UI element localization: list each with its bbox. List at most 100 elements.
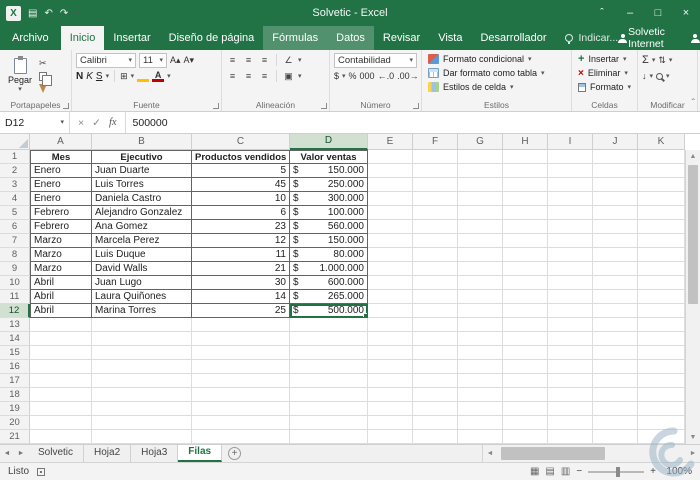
cell-D17[interactable] bbox=[290, 374, 368, 388]
sheet-tab-solvetic[interactable]: Solvetic bbox=[28, 445, 85, 462]
cell-H20[interactable] bbox=[503, 416, 548, 430]
cell-I4[interactable] bbox=[548, 192, 593, 206]
redo-icon[interactable]: ↷ bbox=[60, 8, 68, 19]
cell-J1[interactable] bbox=[593, 150, 638, 164]
cell-F16[interactable] bbox=[413, 360, 458, 374]
font-name-select[interactable]: Calibri ▾ bbox=[76, 52, 136, 68]
row-header-6[interactable]: 6 bbox=[0, 220, 30, 234]
cell-F19[interactable] bbox=[413, 402, 458, 416]
row-header-21[interactable]: 21 bbox=[0, 430, 30, 444]
column-header-A[interactable]: A bbox=[30, 134, 92, 150]
cell-E21[interactable] bbox=[368, 430, 413, 444]
cell-G1[interactable] bbox=[458, 150, 503, 164]
cell-E3[interactable] bbox=[368, 178, 413, 192]
cell-H7[interactable] bbox=[503, 234, 548, 248]
cell-F20[interactable] bbox=[413, 416, 458, 430]
cell-C21[interactable] bbox=[192, 430, 290, 444]
tab-datos[interactable]: Datos bbox=[327, 26, 374, 50]
cell-I11[interactable] bbox=[548, 290, 593, 304]
decrease-font-icon[interactable]: A▾ bbox=[184, 55, 195, 66]
formula-input[interactable]: 500000 bbox=[126, 112, 700, 133]
cell-K14[interactable] bbox=[638, 332, 685, 346]
cell-G19[interactable] bbox=[458, 402, 503, 416]
cell-H16[interactable] bbox=[503, 360, 548, 374]
cell-C11[interactable]: 14 bbox=[192, 290, 290, 304]
cell-K1[interactable] bbox=[638, 150, 685, 164]
cell-D5[interactable]: $100.000 bbox=[290, 206, 368, 220]
cell-F12[interactable] bbox=[413, 304, 458, 318]
cell-B15[interactable] bbox=[92, 346, 192, 360]
cell-E7[interactable] bbox=[368, 234, 413, 248]
cell-I18[interactable] bbox=[548, 388, 593, 402]
cell-C13[interactable] bbox=[192, 318, 290, 332]
macro-record-icon[interactable] bbox=[37, 467, 46, 476]
alignment-dialog-launcher[interactable] bbox=[321, 103, 327, 109]
cell-K11[interactable] bbox=[638, 290, 685, 304]
find-select-icon[interactable] bbox=[656, 72, 664, 80]
cell-A7[interactable]: Marzo bbox=[30, 234, 92, 248]
cell-B3[interactable]: Luis Torres bbox=[92, 178, 192, 192]
cell-H15[interactable] bbox=[503, 346, 548, 360]
cell-B5[interactable]: Alejandro Gonzalez bbox=[92, 206, 192, 220]
cell-J16[interactable] bbox=[593, 360, 638, 374]
cell-C10[interactable]: 30 bbox=[192, 276, 290, 290]
zoom-in-icon[interactable]: + bbox=[650, 466, 656, 477]
cell-I2[interactable] bbox=[548, 164, 593, 178]
cell-J6[interactable] bbox=[593, 220, 638, 234]
cell-I9[interactable] bbox=[548, 262, 593, 276]
zoom-level[interactable]: 100% bbox=[662, 466, 692, 477]
cell-I21[interactable] bbox=[548, 430, 593, 444]
vertical-scroll-track[interactable] bbox=[686, 163, 700, 431]
row-header-19[interactable]: 19 bbox=[0, 402, 30, 416]
cell-C12[interactable]: 25 bbox=[192, 304, 290, 318]
cell-D8[interactable]: $80.000 bbox=[290, 248, 368, 262]
cell-J2[interactable] bbox=[593, 164, 638, 178]
cell-E6[interactable] bbox=[368, 220, 413, 234]
fill-color-icon[interactable] bbox=[137, 70, 150, 82]
cell-J7[interactable] bbox=[593, 234, 638, 248]
cell-G5[interactable] bbox=[458, 206, 503, 220]
cell-E11[interactable] bbox=[368, 290, 413, 304]
cell-E12[interactable] bbox=[368, 304, 413, 318]
cell-J20[interactable] bbox=[593, 416, 638, 430]
row-header-20[interactable]: 20 bbox=[0, 416, 30, 430]
row-header-18[interactable]: 18 bbox=[0, 388, 30, 402]
tab-revisar[interactable]: Revisar bbox=[374, 26, 429, 50]
cell-A6[interactable]: Febrero bbox=[30, 220, 92, 234]
cell-D12[interactable]: $500.000 bbox=[290, 304, 368, 318]
cell-J18[interactable] bbox=[593, 388, 638, 402]
cell-G18[interactable] bbox=[458, 388, 503, 402]
cell-D20[interactable] bbox=[290, 416, 368, 430]
cell-B17[interactable] bbox=[92, 374, 192, 388]
row-header-9[interactable]: 9 bbox=[0, 262, 30, 276]
align-top-icon[interactable]: ≡ bbox=[226, 55, 239, 65]
cell-H14[interactable] bbox=[503, 332, 548, 346]
cell-H9[interactable] bbox=[503, 262, 548, 276]
cell-A15[interactable] bbox=[30, 346, 92, 360]
cell-D4[interactable]: $300.000 bbox=[290, 192, 368, 206]
cell-J10[interactable] bbox=[593, 276, 638, 290]
cell-F3[interactable] bbox=[413, 178, 458, 192]
cell-I10[interactable] bbox=[548, 276, 593, 290]
font-color-icon[interactable]: A bbox=[152, 70, 165, 82]
delete-cells-button[interactable]: × Eliminar ▾ bbox=[574, 66, 635, 80]
scroll-left-icon[interactable]: ◄ bbox=[483, 445, 497, 462]
column-header-J[interactable]: J bbox=[593, 134, 638, 150]
cell-D19[interactable] bbox=[290, 402, 368, 416]
cell-J8[interactable] bbox=[593, 248, 638, 262]
row-header-10[interactable]: 10 bbox=[0, 276, 30, 290]
cell-G20[interactable] bbox=[458, 416, 503, 430]
cell-K4[interactable] bbox=[638, 192, 685, 206]
sort-filter-icon[interactable]: ⇅ bbox=[658, 55, 666, 66]
cell-G16[interactable] bbox=[458, 360, 503, 374]
column-header-F[interactable]: F bbox=[413, 134, 458, 150]
cell-E1[interactable] bbox=[368, 150, 413, 164]
cell-H13[interactable] bbox=[503, 318, 548, 332]
cell-F18[interactable] bbox=[413, 388, 458, 402]
cell-D14[interactable] bbox=[290, 332, 368, 346]
cell-H19[interactable] bbox=[503, 402, 548, 416]
cell-K19[interactable] bbox=[638, 402, 685, 416]
column-header-I[interactable]: I bbox=[548, 134, 593, 150]
increase-decimal-icon[interactable]: ←.0 bbox=[378, 71, 395, 81]
select-all-button[interactable] bbox=[0, 134, 30, 150]
